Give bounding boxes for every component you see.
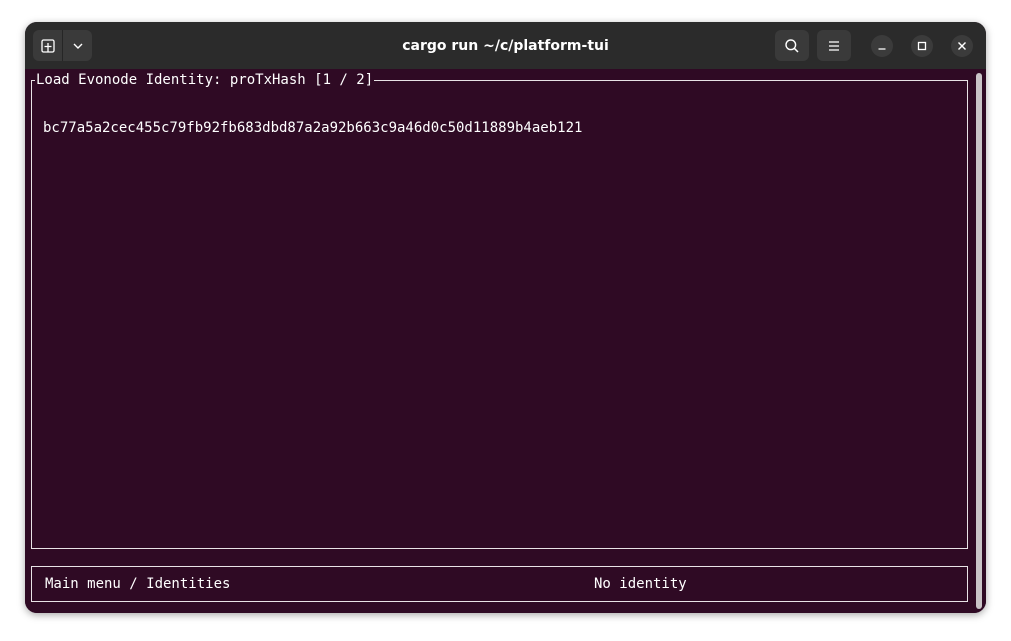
minimize-button[interactable] — [871, 35, 893, 57]
identity-status: No identity — [594, 576, 687, 592]
search-button[interactable] — [775, 30, 809, 61]
menu-button[interactable] — [817, 30, 851, 61]
protxhash-input[interactable]: bc77a5a2cec455c79fb92fb683dbd87a2a92b663… — [43, 119, 582, 137]
new-tab-dropdown-button[interactable] — [63, 30, 92, 61]
search-icon — [785, 38, 799, 53]
panel-title: Load Evonode Identity: proTxHash [1 / 2] — [35, 71, 375, 89]
terminal-window: cargo run ~/c/platform-tui Load Evonode … — [25, 22, 986, 613]
terminal-content[interactable]: Load Evonode Identity: proTxHash [1 / 2]… — [25, 69, 986, 613]
new-tab-button[interactable] — [33, 30, 62, 61]
maximize-button[interactable] — [911, 35, 933, 57]
maximize-icon — [917, 41, 927, 51]
chevron-down-icon — [73, 43, 82, 49]
minimize-icon — [878, 48, 886, 50]
hamburger-menu-icon — [829, 40, 839, 51]
status-bar: Main menu / Identities No identity — [31, 566, 968, 602]
close-icon — [958, 42, 966, 50]
close-button[interactable] — [951, 35, 973, 57]
new-tab-icon — [40, 38, 55, 53]
scrollbar[interactable] — [976, 73, 982, 609]
title-bar: cargo run ~/c/platform-tui — [25, 22, 986, 69]
breadcrumb: Main menu / Identities — [45, 576, 231, 592]
new-tab-button-group — [33, 30, 92, 61]
identity-input-panel: Load Evonode Identity: proTxHash [1 / 2]… — [31, 71, 968, 549]
